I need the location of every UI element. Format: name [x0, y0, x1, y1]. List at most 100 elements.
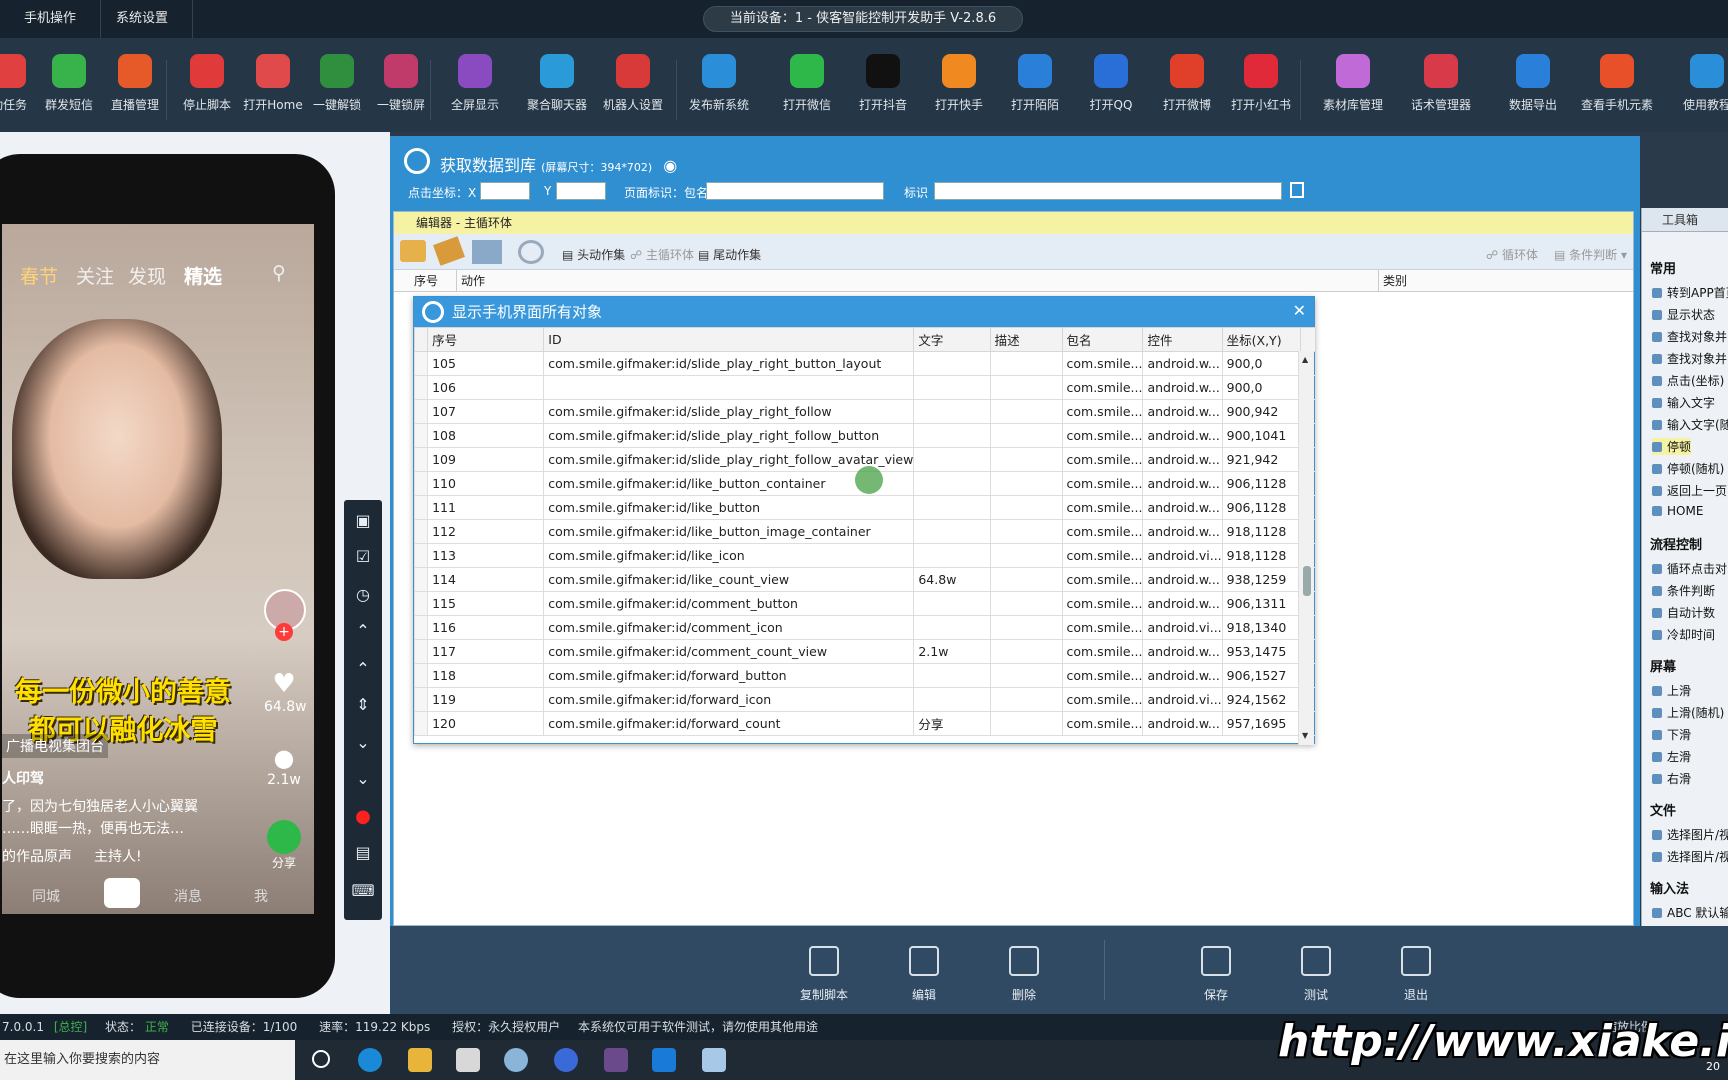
store-icon[interactable]: [456, 1048, 480, 1072]
clock-icon[interactable]: ◷: [344, 580, 382, 610]
delete-button[interactable]: 删除: [989, 946, 1059, 1003]
message-icon[interactable]: ▤: [344, 838, 382, 868]
toolbox-item[interactable]: 上滑: [1652, 682, 1691, 699]
share-button[interactable]: 分享: [264, 820, 304, 871]
xiake-app-icon[interactable]: [652, 1048, 676, 1072]
table-row[interactable]: 105 com.smile.gifmaker:id/slide_play_righ…: [414, 351, 1316, 376]
test-button[interactable]: 测试: [1281, 946, 1351, 1003]
nav-me[interactable]: 我: [254, 886, 268, 906]
vertical-scrollbar[interactable]: ▲ ▼: [1298, 351, 1314, 745]
toolbox-item[interactable]: 查找对象并: [1652, 350, 1727, 367]
toolbar-button-wechat[interactable]: 打开微信: [768, 54, 846, 113]
table-row[interactable]: 111 com.smile.gifmaker:id/like_button com.…: [414, 495, 1316, 520]
toolbox-item[interactable]: 点击(坐标): [1652, 372, 1724, 389]
phone-search-icon[interactable]: ⚲: [272, 262, 286, 284]
toolbox-item[interactable]: 条件判断: [1652, 582, 1715, 599]
toolbar-button-share[interactable]: 查看手机元素: [1578, 54, 1656, 113]
header-desc[interactable]: 描述: [989, 327, 1063, 352]
tag-input[interactable]: [934, 182, 1282, 200]
toolbox-item[interactable]: 停顿: [1652, 438, 1692, 455]
menu-tab-phone-ops[interactable]: 手机操作: [0, 0, 102, 38]
toolbox-item[interactable]: 转到APP首页: [1652, 284, 1728, 301]
scroll-down-icon[interactable]: ▼: [1302, 731, 1308, 740]
exit-button[interactable]: 退出: [1381, 946, 1451, 1003]
save-button[interactable]: 保存: [1181, 946, 1251, 1003]
phone-tab-discover[interactable]: 发现: [128, 262, 166, 289]
table-row[interactable]: 113 com.smile.gifmaker:id/like_icon com.sm…: [414, 543, 1316, 568]
toolbar-button-kuaishou[interactable]: 打开快手: [920, 54, 998, 113]
toolbox-item[interactable]: 左滑: [1652, 748, 1691, 765]
header-coords[interactable]: 坐标(X,Y): [1221, 327, 1302, 352]
toolbox-item[interactable]: 下滑: [1652, 726, 1691, 743]
toolbox-item[interactable]: 右滑: [1652, 770, 1691, 787]
table-row[interactable]: 118 com.smile.gifmaker:id/forward_button c…: [414, 663, 1316, 688]
head-action-set-button[interactable]: ▤ 头动作集: [562, 246, 625, 263]
double-down-icon[interactable]: ⌄: [344, 764, 382, 794]
header-widget[interactable]: 控件: [1142, 327, 1223, 352]
phone-tab-spring[interactable]: 春节: [20, 262, 58, 289]
scroll-up-icon[interactable]: ▲: [1302, 355, 1308, 364]
select-tool-icon[interactable]: [472, 240, 502, 264]
table-row[interactable]: 108 com.smile.gifmaker:id/slide_play_righ…: [414, 423, 1316, 448]
copy-script-button[interactable]: 复制脚本: [789, 946, 859, 1003]
phone-screen[interactable]: 春节 关注 发现 精选 ⚲ 每一份微小的善意 都可以融化冰雪 + ♥ 64.8w…: [2, 224, 314, 914]
toolbox-item[interactable]: 冷却时间: [1652, 626, 1715, 643]
package-name-input[interactable]: [706, 182, 884, 200]
double-up-icon[interactable]: ⌃: [344, 616, 382, 646]
header-no[interactable]: 序号: [427, 327, 545, 352]
table-row[interactable]: 115 com.smile.gifmaker:id/comment_button c…: [414, 591, 1316, 616]
header-package[interactable]: 包名: [1061, 327, 1144, 352]
toolbar-button-lock[interactable]: 一键锁屏: [362, 54, 440, 113]
file-explorer-icon[interactable]: [408, 1048, 432, 1072]
toolbox-item[interactable]: HOME: [1652, 504, 1703, 518]
table-row[interactable]: 120 com.smile.gifmaker:id/forward_count 分享…: [414, 711, 1316, 736]
toolbar-button-telegram[interactable]: 发布新系统: [680, 54, 758, 113]
toolbar-button-export[interactable]: 数据导出: [1494, 54, 1572, 113]
toolbox-item[interactable]: 显示状态: [1652, 306, 1715, 323]
table-row[interactable]: 116 com.smile.gifmaker:id/comment_icon com…: [414, 615, 1316, 640]
app-icon-purple[interactable]: [604, 1048, 628, 1072]
table-row[interactable]: 119 com.smile.gifmaker:id/forward_icon com…: [414, 687, 1316, 712]
toolbar-button-robot[interactable]: 机器人设置: [594, 54, 672, 113]
toolbar-button-tiktok[interactable]: 打开抖音: [844, 54, 922, 113]
author-avatar[interactable]: +: [264, 589, 306, 641]
toolbar-button-flower[interactable]: 素材库管理: [1314, 54, 1392, 113]
toolbox-item[interactable]: 选择图片/视: [1652, 848, 1728, 865]
down-icon[interactable]: ⌄: [344, 728, 382, 758]
edge-icon[interactable]: [358, 1048, 382, 1072]
toolbox-item[interactable]: 自动计数: [1652, 604, 1715, 621]
toolbox-item[interactable]: 选择图片/视: [1652, 826, 1728, 843]
author-name[interactable]: 人印驾: [2, 768, 44, 788]
toolbar-button-xiaohongshu[interactable]: 打开小红书: [1222, 54, 1300, 113]
toolbar-button-tutorial[interactable]: 使用教程: [1668, 54, 1728, 113]
table-row[interactable]: 114 com.smile.gifmaker:id/like_count_view…: [414, 567, 1316, 592]
toolbox-item[interactable]: 停顿(随机): [1652, 460, 1724, 477]
music-source[interactable]: 的作品原声 主持人!: [2, 846, 142, 866]
nav-city[interactable]: 同城: [32, 886, 60, 906]
tail-action-set-button[interactable]: ▤ 尾动作集: [698, 246, 761, 263]
checkbox-icon[interactable]: ☑: [344, 542, 382, 572]
tag-tool-icon[interactable]: [433, 236, 465, 266]
toolbar-button-weibo[interactable]: 打开微博: [1148, 54, 1226, 113]
x-coord-input[interactable]: [480, 182, 530, 200]
toolbox-item[interactable]: 输入文字: [1652, 394, 1715, 411]
record-dot-icon[interactable]: ●: [344, 802, 382, 832]
toolbox-item[interactable]: 输入文字(随: [1652, 416, 1728, 433]
app-icon-blue[interactable]: [554, 1048, 578, 1072]
table-row[interactable]: 112 com.smile.gifmaker:id/like_button_ima…: [414, 519, 1316, 544]
scrollbar-thumb[interactable]: [1303, 566, 1311, 596]
toolbar-button-momo[interactable]: 打开陌陌: [996, 54, 1074, 113]
phone-tab-follow[interactable]: 关注: [76, 262, 114, 289]
loop-body-button[interactable]: ☍ 循环体: [1486, 246, 1538, 263]
phone-tab-featured[interactable]: 精选: [184, 262, 222, 289]
notepad-icon[interactable]: [702, 1048, 726, 1072]
toolbar-button-tv[interactable]: 直播管理: [96, 54, 174, 113]
taskbar-search-input[interactable]: 在这里输入你要搜索的内容: [0, 1040, 295, 1080]
toolbox-item[interactable]: 查找对象并: [1652, 328, 1727, 345]
table-row[interactable]: 106 com.smile... android.w... 900,0: [414, 375, 1316, 400]
record-button[interactable]: [104, 878, 140, 908]
schedule-icon[interactable]: ▣: [344, 506, 382, 536]
comment-button[interactable]: ● 2.1w: [264, 744, 304, 788]
toolbox-item[interactable]: ABC 默认输入法: [1652, 904, 1728, 921]
toolbar-button-speech[interactable]: 话术管理器: [1402, 54, 1480, 113]
